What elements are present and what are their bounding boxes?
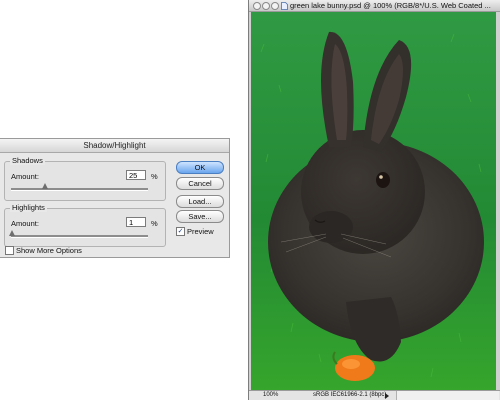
close-window-button[interactable] [253,2,261,10]
highlights-slider-track[interactable] [11,235,148,238]
dialog-title: Shadow/Highlight [0,139,229,153]
shadows-percent-label: % [151,172,158,181]
cancel-button[interactable]: Cancel [176,177,224,190]
highlights-percent-label: % [151,219,158,228]
show-more-options-checkbox[interactable] [5,246,14,255]
ok-button[interactable]: OK [176,161,224,174]
shadow-highlight-dialog: Shadow/Highlight Shadows Amount: 25 % Hi… [0,138,230,258]
shadows-label: Shadows [10,156,45,165]
zoom-window-button[interactable] [271,2,279,10]
document-status-bar: 100% sRGB IEC61966-2.1 (8bpc) [249,390,500,400]
shadows-amount-label: Amount: [11,172,39,181]
shadows-slider-thumb[interactable] [42,183,49,189]
shadows-amount-field[interactable]: 25 [126,170,146,180]
image-canvas[interactable] [251,12,496,390]
show-more-options-label: Show More Options [16,246,82,255]
highlights-amount-field[interactable]: 1 [126,217,146,227]
highlights-label: Highlights [10,203,47,212]
load-button[interactable]: Load... [176,195,224,208]
color-profile-info: sRGB IEC61966-2.1 (8bpc) [313,392,387,398]
horizontal-scrollbar[interactable] [396,391,499,400]
highlights-group: Highlights Amount: 1 % [4,203,166,247]
preview-checkbox[interactable]: ✓ [176,227,185,236]
shadows-slider-track[interactable] [11,188,148,191]
document-icon [281,2,288,10]
minimize-window-button[interactable] [262,2,270,10]
document-titlebar: green lake bunny.psd @ 100% (RGB/8*/U.S.… [249,0,500,12]
save-button[interactable]: Save... [176,210,224,223]
preview-label: Preview [187,227,214,236]
highlights-amount-label: Amount: [11,219,39,228]
triangle-right-icon[interactable] [385,393,389,399]
document-window: green lake bunny.psd @ 100% (RGB/8*/U.S.… [248,0,500,400]
document-title: green lake bunny.psd @ 100% (RGB/8*/U.S.… [290,1,491,10]
zoom-field[interactable]: 100% [263,391,278,400]
highlights-slider-thumb[interactable] [9,230,16,236]
shadows-group: Shadows Amount: 25 % [4,156,166,201]
bunny-photo [251,12,496,390]
